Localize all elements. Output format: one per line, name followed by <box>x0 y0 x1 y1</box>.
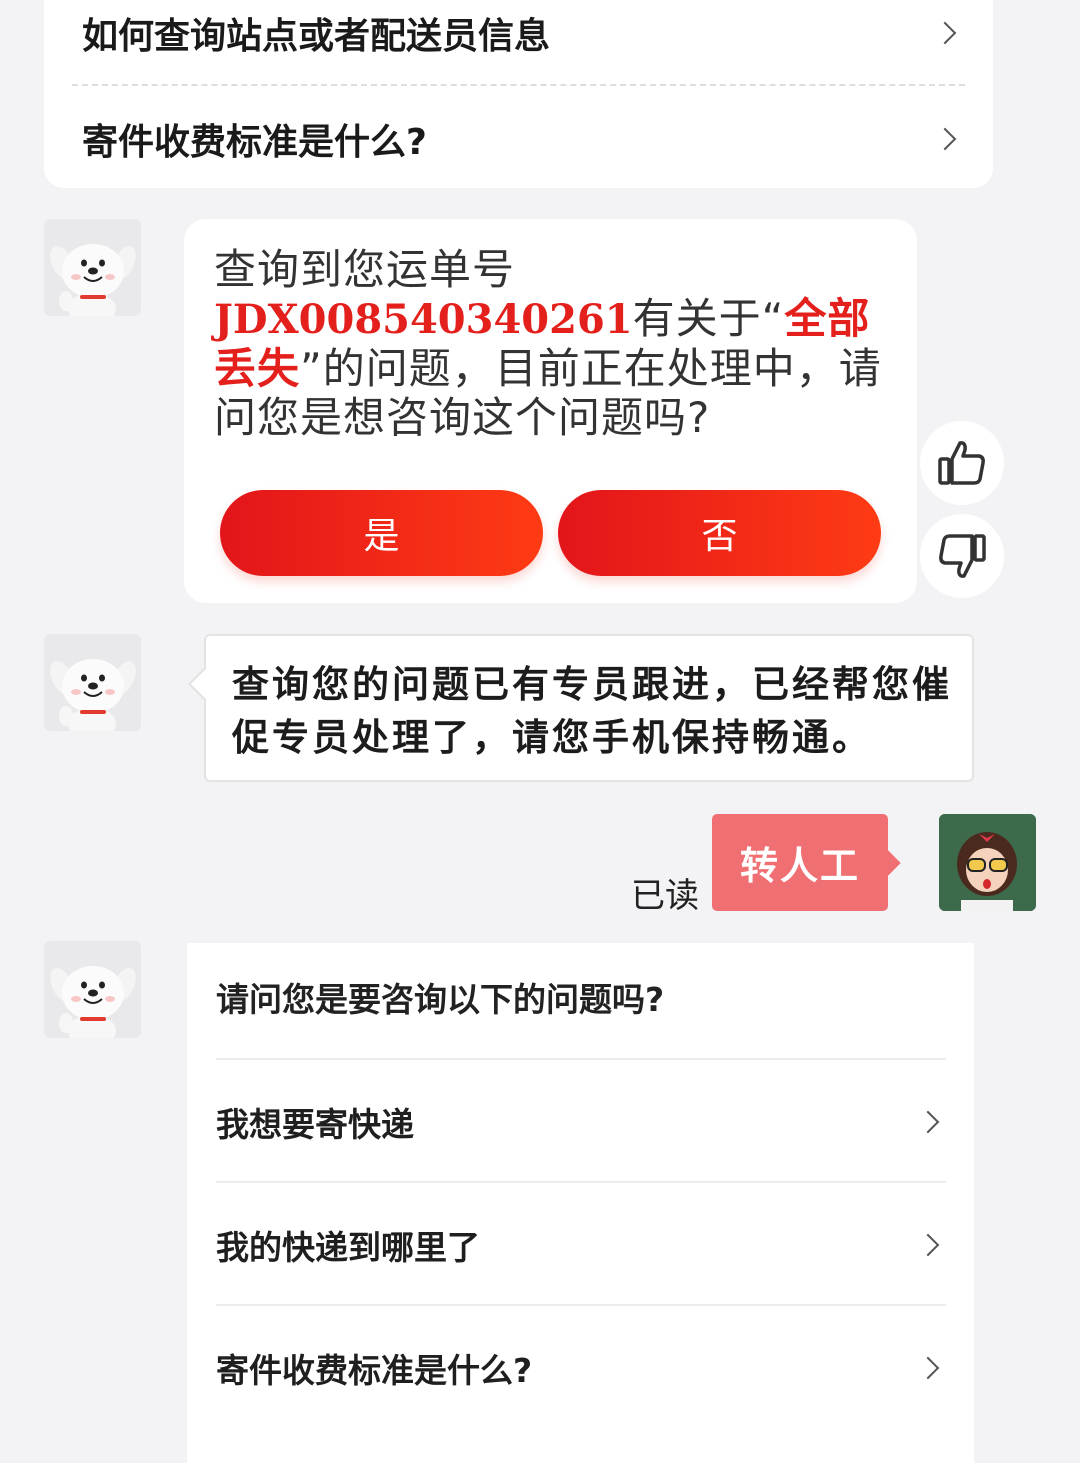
thumbs-up-icon <box>938 441 985 485</box>
chevron-right-icon <box>916 1356 940 1379</box>
joy-dog-icon <box>50 244 136 316</box>
user-message: 转人工 <box>712 814 901 911</box>
message-text: 转人工 <box>739 844 860 888</box>
like-button[interactable] <box>920 421 1004 505</box>
thumbs-down-icon <box>939 534 986 578</box>
user-cartoon-icon <box>939 814 1036 911</box>
divider <box>72 84 965 86</box>
joy-dog-icon <box>50 659 136 731</box>
faq-item-label: 如何查询站点或者配送员信息 <box>82 16 551 57</box>
chevron-right-icon <box>933 127 957 151</box>
faq-item-shipping-fee[interactable]: 寄件收费标准是什么? <box>216 1304 946 1429</box>
message-text-part: 有关于“ <box>632 294 785 343</box>
chevron-right-icon <box>933 21 957 45</box>
faq-item-label: 我的快递到哪里了 <box>216 1227 480 1267</box>
waybill-number[interactable]: JDX008540340261 <box>214 296 633 343</box>
dislike-button[interactable] <box>920 514 1004 598</box>
message-text: 查询您的问题已有专员跟进，已经帮您催促专员处理了，请您手机保持畅通。 <box>232 663 952 759</box>
bot-message-followup: 查询您的问题已有专员跟进，已经帮您催促专员处理了，请您手机保持畅通。 <box>188 634 974 782</box>
faq-card-top: 如何查询站点或者配送员信息 寄件收费标准是什么? <box>44 0 993 188</box>
joy-dog-icon <box>50 966 136 1038</box>
read-status: 已读 <box>631 876 699 916</box>
bubble-tail <box>188 667 222 701</box>
faq-item-label: 寄件收费标准是什么? <box>82 122 427 163</box>
faq-item-shipping-fee[interactable]: 寄件收费标准是什么? <box>82 94 963 184</box>
message-text-part: 查询到您运单号 <box>214 245 516 294</box>
chevron-right-icon <box>916 1233 940 1256</box>
faq-item-send-express[interactable]: 我想要寄快递 <box>216 1058 946 1183</box>
faq-item-courier-info[interactable]: 如何查询站点或者配送员信息 <box>82 0 963 78</box>
faq-item-label: 我想要寄快递 <box>216 1104 414 1144</box>
faq-item-label: 寄件收费标准是什么? <box>216 1350 533 1390</box>
bubble-tail <box>875 850 901 876</box>
message-text: 查询到您运单号JDX008540340261有关于“全部丢失”的问题，目前正在处… <box>214 245 894 442</box>
user-avatar[interactable] <box>939 814 1036 911</box>
no-button[interactable]: 否 <box>558 490 881 576</box>
faq-card-bottom: 请问您是要咨询以下的问题吗? 我想要寄快递 我的快递到哪里了 寄件收费标准是什么… <box>187 943 974 1463</box>
bot-avatar[interactable] <box>44 941 141 1038</box>
bot-message-waybill: 查询到您运单号JDX008540340261有关于“全部丢失”的问题，目前正在处… <box>184 219 917 603</box>
bot-avatar[interactable] <box>44 634 141 731</box>
message-text-part: ”的问题，目前正在处理中，请问您是想咨询这个问题吗? <box>214 344 882 442</box>
bot-avatar[interactable] <box>44 219 141 316</box>
chevron-right-icon <box>916 1110 940 1133</box>
yes-button[interactable]: 是 <box>220 490 543 576</box>
faq-item-track-express[interactable]: 我的快递到哪里了 <box>216 1181 946 1306</box>
faq-question: 请问您是要咨询以下的问题吗? <box>216 980 665 1019</box>
